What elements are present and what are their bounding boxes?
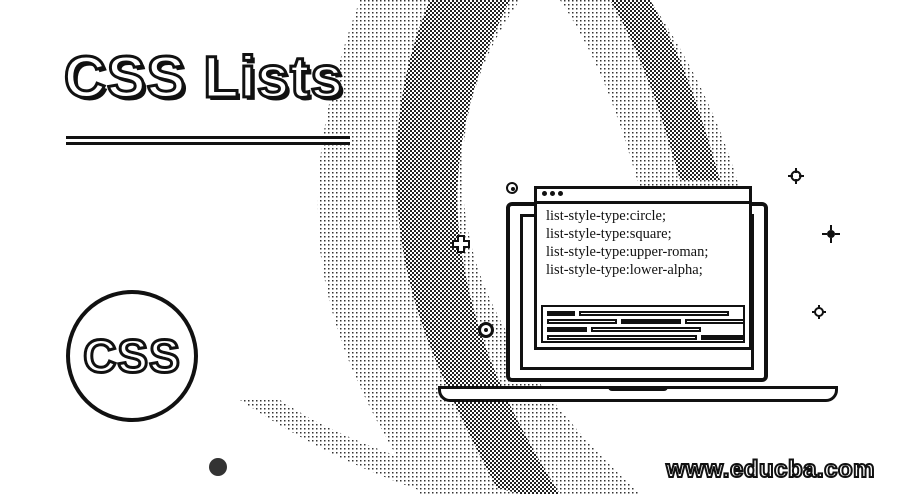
crosshair-icon: [812, 305, 826, 319]
laptop-notch: [608, 386, 668, 391]
code-bar: [547, 335, 697, 340]
code-line: list-style-type:lower-alpha;: [546, 262, 703, 278]
code-bar: [547, 327, 587, 332]
code-bar: [621, 319, 681, 324]
title-underline: [66, 136, 350, 145]
window-dot-icon: [550, 191, 555, 196]
window-dot-icon: [558, 191, 563, 196]
decorative-dot: [209, 458, 227, 476]
badge-label: CSS: [82, 329, 182, 384]
page-title: CSS Lists: [63, 44, 345, 112]
code-line: list-style-type:square;: [546, 226, 672, 242]
window-dot-icon: [542, 191, 547, 196]
crosshair-icon: [822, 225, 840, 243]
code-line: list-style-type:circle;: [546, 208, 666, 224]
banner: CSS Lists CSS list-style-type:circle; li…: [0, 0, 901, 494]
ring-icon: [478, 322, 494, 338]
ring-icon: [506, 182, 518, 194]
code-bars: [541, 305, 745, 343]
code-line: list-style-type:upper-roman;: [546, 244, 709, 260]
code-bar: [547, 319, 617, 324]
code-bar: [701, 335, 745, 340]
code-bar: [685, 319, 745, 324]
plus-icon: [452, 235, 470, 253]
code-bar: [547, 311, 575, 316]
code-window: list-style-type:circle; list-style-type:…: [534, 186, 752, 350]
code-lines: list-style-type:circle; list-style-type:…: [546, 207, 708, 279]
watermark: www.educba.com: [665, 455, 875, 484]
code-window-titlebar: [537, 189, 749, 204]
crosshair-icon: [788, 168, 804, 184]
css-badge: CSS: [66, 290, 198, 422]
code-bar: [579, 311, 729, 316]
code-bar: [591, 327, 701, 332]
